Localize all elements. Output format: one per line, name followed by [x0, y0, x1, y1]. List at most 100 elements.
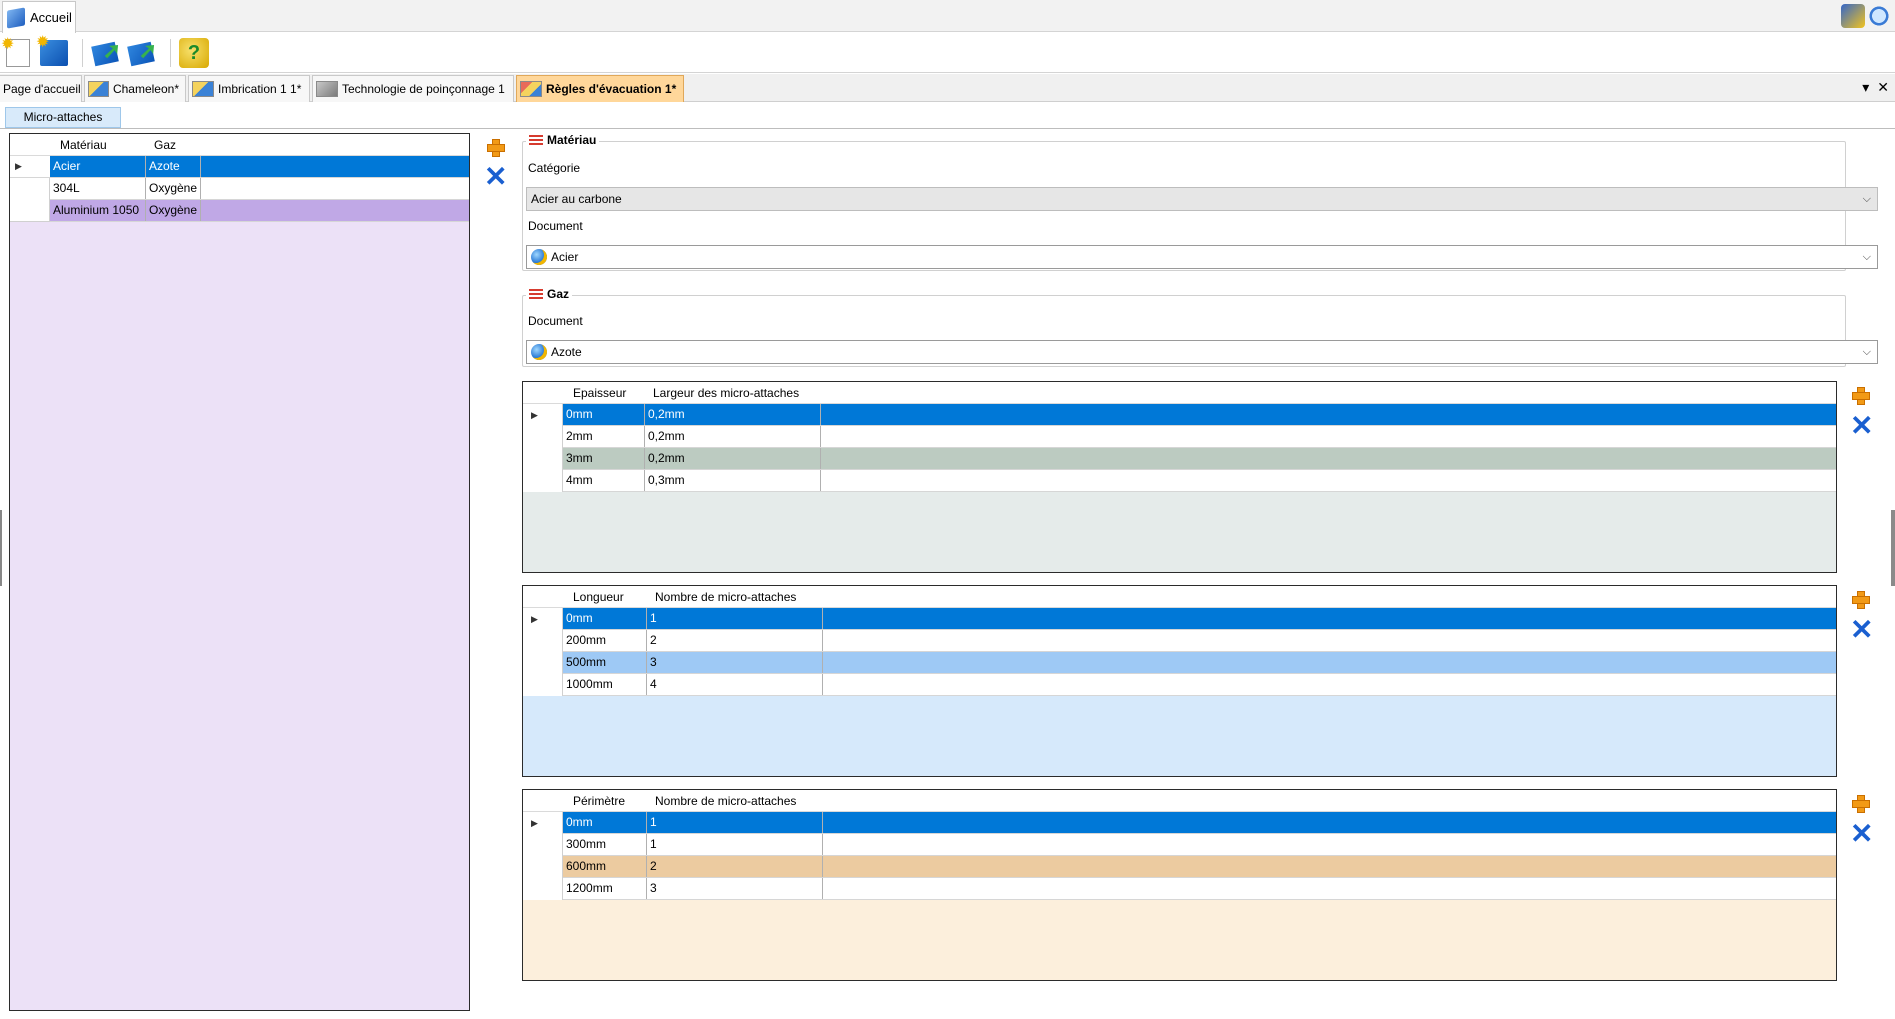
column-header-largeur[interactable]: Largeur des micro-attaches	[653, 386, 799, 400]
section-divider	[0, 128, 1895, 129]
cell-perimetre[interactable]: 600mm	[563, 856, 647, 877]
tools-flash-icon[interactable]	[1841, 4, 1865, 28]
new-document-icon	[1, 34, 30, 67]
column-header-longueur[interactable]: Longueur	[573, 590, 624, 604]
table-row[interactable]: 1200mm 3	[563, 878, 1836, 900]
categorie-combo[interactable]: Acier au carbone ⌵	[526, 187, 1878, 211]
tab-imbrication[interactable]: Imbrication 1 1*	[188, 75, 310, 102]
new-document-button[interactable]	[1, 34, 34, 69]
table-row[interactable]: 4mm 0,3mm	[563, 470, 1836, 492]
cell-perimetre[interactable]: 1200mm	[563, 878, 647, 899]
cell-gaz[interactable]: Oxygène	[146, 178, 201, 199]
column-header-materiau[interactable]: Matériau	[60, 138, 107, 152]
tab-page-accueil[interactable]: Page d'accueil	[0, 75, 82, 102]
table-row[interactable]: ▶ ▶ Acier Azote	[10, 156, 469, 178]
cell-epaisseur[interactable]: 0mm	[563, 404, 645, 425]
cell-largeur[interactable]: 0,3mm	[645, 470, 821, 491]
table-row[interactable]: 500mm 3	[563, 652, 1836, 674]
chevron-down-icon[interactable]: ⌵	[1863, 188, 1871, 210]
add-perimeter-button[interactable]	[1850, 793, 1870, 813]
column-header-epaisseur[interactable]: Epaisseur	[573, 386, 626, 400]
tab-regles-evacuation[interactable]: Règles d'évacuation 1*	[516, 75, 684, 102]
cell-largeur[interactable]: 0,2mm	[645, 448, 821, 469]
chevron-down-icon[interactable]: ⌵	[1863, 341, 1871, 363]
grid-header: Matériau Gaz	[10, 134, 469, 156]
material-stack-icon	[529, 135, 543, 145]
add-length-button[interactable]	[1850, 589, 1870, 609]
table-row[interactable]: 200mm 2	[563, 630, 1836, 652]
punch-tech-icon	[316, 81, 338, 97]
materiau-group-title: Matériau	[526, 133, 600, 147]
table-row[interactable]: 2mm 0,2mm	[563, 426, 1836, 448]
thickness-grid[interactable]: Epaisseur Largeur des micro-attaches ▶ 0…	[522, 381, 1837, 573]
tab-chameleon[interactable]: Chameleon*	[84, 75, 186, 102]
new-from-template-button[interactable]	[36, 32, 70, 69]
cell-nombre[interactable]: 2	[647, 856, 823, 877]
delete-thickness-button[interactable]: ✕	[1850, 412, 1873, 440]
tab-label: Page d'accueil	[3, 82, 81, 96]
table-row[interactable]: 0mm 0,2mm	[563, 404, 1836, 426]
grid-header: Epaisseur Largeur des micro-attaches	[523, 382, 1836, 404]
table-row[interactable]: 1000mm 4	[563, 674, 1836, 696]
perimeter-grid[interactable]: Périmètre Nombre de micro-attaches ▶ 0mm…	[522, 789, 1837, 981]
material-gas-grid[interactable]: Matériau Gaz ▶ ▶ Acier Azote 304L Oxygèn…	[9, 133, 470, 1011]
materiau-document-combo[interactable]: Acier ⌵	[526, 245, 1878, 269]
tab-list-dropdown-icon[interactable]: ▾	[1862, 79, 1869, 96]
cell-longueur[interactable]: 1000mm	[563, 674, 647, 695]
table-row[interactable]: 600mm 2	[563, 856, 1836, 878]
export-button[interactable]: ➚	[126, 37, 158, 69]
column-header-nombre[interactable]: Nombre de micro-attaches	[655, 794, 796, 808]
column-header-perimetre[interactable]: Périmètre	[573, 794, 625, 808]
scrollbar-thumb[interactable]	[1891, 510, 1895, 586]
cell-materiau[interactable]: Acier	[50, 156, 146, 177]
tab-label: Imbrication 1 1*	[218, 82, 302, 96]
ribbon-tab-label: Accueil	[30, 10, 72, 25]
table-row[interactable]: 0mm 1	[563, 812, 1836, 834]
cell-epaisseur[interactable]: 4mm	[563, 470, 645, 491]
column-header-gaz[interactable]: Gaz	[154, 138, 176, 152]
cell-materiau[interactable]: 304L	[50, 178, 146, 199]
table-row[interactable]: 304L Oxygène	[50, 178, 469, 200]
delete-perimeter-button[interactable]: ✕	[1850, 820, 1873, 848]
delete-length-button[interactable]: ✕	[1850, 616, 1873, 644]
table-row[interactable]: 300mm 1	[563, 834, 1836, 856]
cell-epaisseur[interactable]: 3mm	[563, 448, 645, 469]
table-row[interactable]: 3mm 0,2mm	[563, 448, 1836, 470]
row-selector-column: ▶	[523, 608, 563, 696]
search-zoom-icon[interactable]	[1867, 4, 1891, 28]
add-thickness-button[interactable]	[1850, 385, 1870, 405]
cell-perimetre[interactable]: 0mm	[563, 812, 647, 833]
chevron-down-icon[interactable]: ⌵	[1863, 246, 1871, 268]
cell-epaisseur[interactable]: 2mm	[563, 426, 645, 447]
splitter-handle[interactable]	[0, 510, 2, 586]
ribbon-tab-accueil[interactable]: Accueil	[2, 1, 76, 33]
tab-technologie-poinconnage[interactable]: Technologie de poinçonnage 1	[312, 75, 514, 102]
cell-longueur[interactable]: 0mm	[563, 608, 647, 629]
cell-nombre[interactable]: 3	[647, 652, 823, 673]
cell-gaz[interactable]: Oxygène	[146, 200, 201, 221]
cell-nombre[interactable]: 3	[647, 878, 823, 899]
cell-nombre[interactable]: 2	[647, 630, 823, 651]
length-grid[interactable]: Longueur Nombre de micro-attaches ▶ 0mm …	[522, 585, 1837, 777]
table-row[interactable]: Aluminium 1050 Oxygène	[50, 200, 469, 222]
close-tab-icon[interactable]: ✕	[1877, 79, 1889, 96]
help-button[interactable]: ?	[178, 37, 210, 69]
cell-largeur[interactable]: 0,2mm	[645, 426, 821, 447]
add-material-button[interactable]	[485, 137, 505, 157]
cell-nombre[interactable]: 4	[647, 674, 823, 695]
delete-material-button[interactable]: ✕	[484, 163, 507, 191]
cell-nombre[interactable]: 1	[647, 608, 823, 629]
table-row[interactable]: 0mm 1	[563, 608, 1836, 630]
column-header-nombre[interactable]: Nombre de micro-attaches	[655, 590, 796, 604]
gaz-document-combo[interactable]: Azote ⌵	[526, 340, 1878, 364]
cell-materiau[interactable]: Aluminium 1050	[50, 200, 146, 221]
cell-nombre[interactable]: 1	[647, 834, 823, 855]
cell-largeur[interactable]: 0,2mm	[645, 404, 821, 425]
cell-gaz[interactable]: Azote	[146, 156, 201, 177]
cell-longueur[interactable]: 500mm	[563, 652, 647, 673]
cell-perimetre[interactable]: 300mm	[563, 834, 647, 855]
tab-micro-attaches[interactable]: Micro-attaches	[5, 107, 121, 128]
cell-longueur[interactable]: 200mm	[563, 630, 647, 651]
import-button[interactable]: ➚	[90, 37, 122, 69]
cell-nombre[interactable]: 1	[647, 812, 823, 833]
